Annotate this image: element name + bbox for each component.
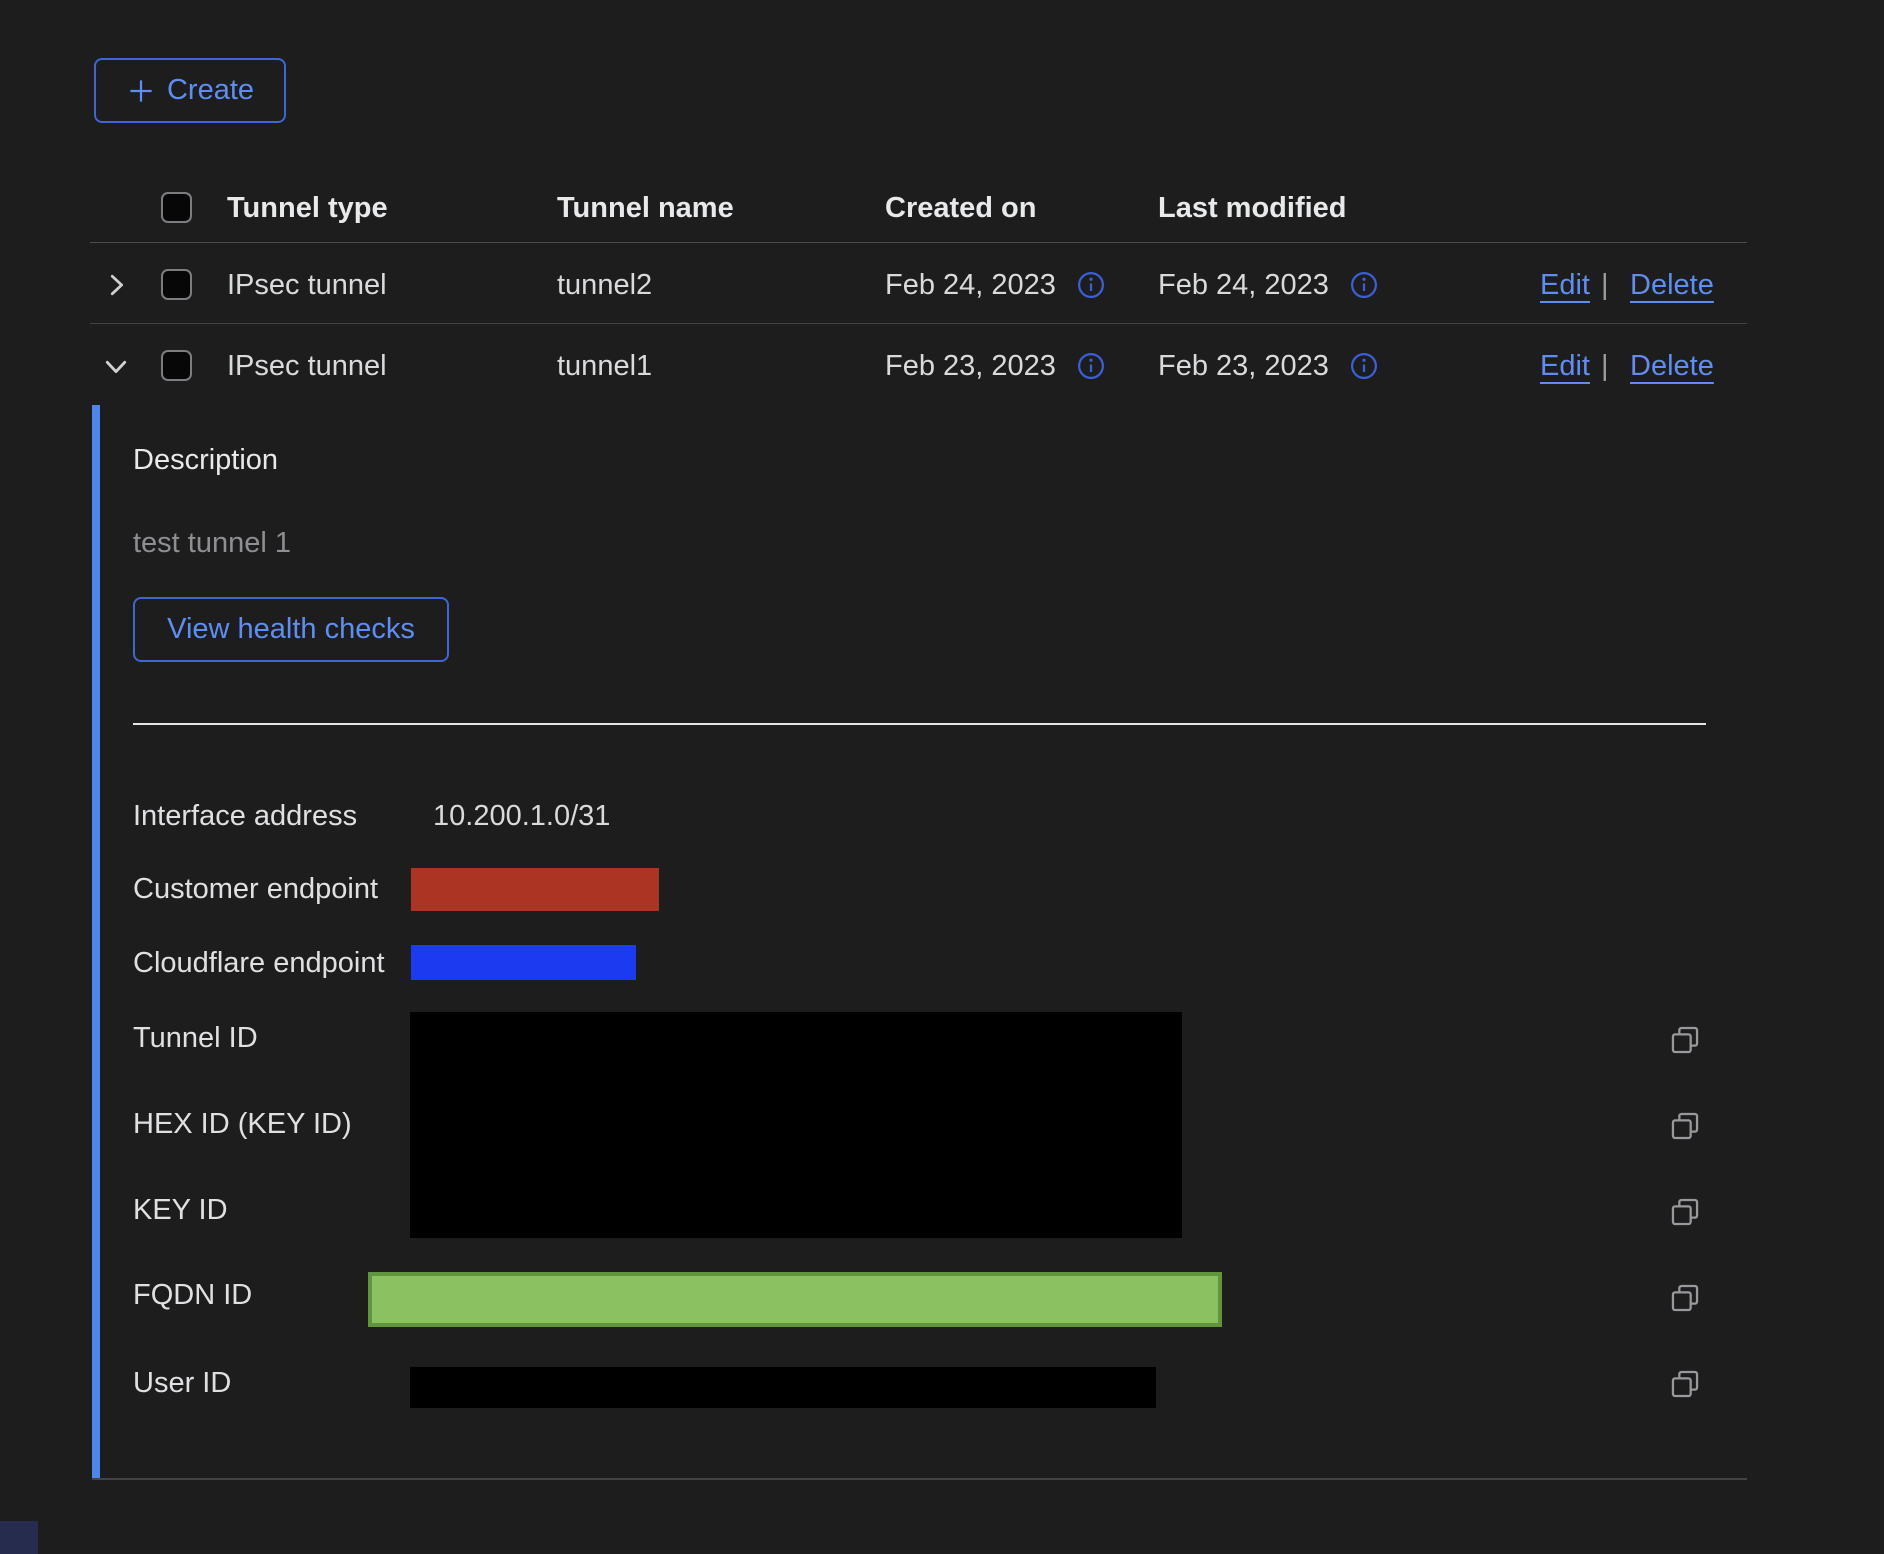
user-id-redaction [410,1367,1156,1408]
user-id-label: User ID [133,1366,231,1400]
table-bottom-divider [92,1478,1747,1480]
tunnel-type-cell: IPsec tunnel [227,268,387,302]
bottom-edge-fragment [0,1521,38,1554]
copy-icon [1668,1281,1702,1315]
customer-endpoint-redaction [411,868,659,911]
cloudflare-endpoint-redaction [411,945,636,980]
created-on-info-icon[interactable] [1076,270,1106,300]
copy-icon [1668,1195,1702,1229]
tunnel-name-cell: tunnel1 [557,349,652,383]
chevron-right-icon [101,270,131,300]
tunnel-name-cell: tunnel2 [557,268,652,302]
expanded-row-accent-bar [92,405,100,1478]
delete-link-tunnel1[interactable]: Delete [1630,349,1714,383]
actions-separator: | [1601,349,1609,383]
row-expand-button-tunnel2[interactable] [101,270,131,300]
column-header-tunnel-type: Tunnel type [227,191,388,225]
interface-address-value: 10.200.1.0/31 [433,799,610,833]
id-values-redaction [410,1012,1182,1238]
edit-link-tunnel1[interactable]: Edit [1540,349,1590,383]
edit-link-tunnel2[interactable]: Edit [1540,268,1590,302]
hex-id-label: HEX ID (KEY ID) [133,1107,352,1141]
create-button[interactable]: Create [94,58,286,123]
created-on-cell: Feb 24, 2023 [885,268,1056,302]
created-on-info-icon[interactable] [1076,351,1106,381]
copy-fqdn-id-button[interactable] [1668,1281,1702,1315]
row-checkbox-tunnel1[interactable] [161,350,192,381]
select-all-checkbox[interactable] [161,192,192,223]
header-divider [90,242,1747,243]
created-on-cell: Feb 23, 2023 [885,349,1056,383]
cloudflare-endpoint-label: Cloudflare endpoint [133,946,385,980]
fqdn-id-label: FQDN ID [133,1278,252,1312]
row-checkbox-tunnel2[interactable] [161,269,192,300]
last-modified-cell: Feb 23, 2023 [1158,349,1329,383]
create-button-label: Create [167,74,254,107]
chevron-down-icon [101,351,131,381]
last-modified-info-icon[interactable] [1349,351,1379,381]
copy-user-id-button[interactable] [1668,1367,1702,1401]
copy-key-id-button[interactable] [1668,1195,1702,1229]
description-value: test tunnel 1 [133,526,291,560]
plus-icon [126,76,156,106]
ipsec-tunnels-page: Create Tunnel type Tunnel name Created o… [0,0,1884,1554]
info-icon [1076,270,1106,300]
row-collapse-button-tunnel1[interactable] [101,351,131,381]
tunnel-id-label: Tunnel ID [133,1021,258,1055]
tunnel-type-cell: IPsec tunnel [227,349,387,383]
last-modified-info-icon[interactable] [1349,270,1379,300]
row-divider [90,323,1747,324]
column-header-tunnel-name: Tunnel name [557,191,734,225]
actions-separator: | [1601,268,1609,302]
key-id-label: KEY ID [133,1193,228,1227]
column-header-created-on: Created on [885,191,1036,225]
copy-icon [1668,1023,1702,1057]
description-label: Description [133,443,278,477]
customer-endpoint-label: Customer endpoint [133,872,378,906]
copy-tunnel-id-button[interactable] [1668,1023,1702,1057]
copy-hex-id-button[interactable] [1668,1109,1702,1143]
delete-link-tunnel2[interactable]: Delete [1630,268,1714,302]
fqdn-id-redaction [368,1272,1222,1327]
info-icon [1349,351,1379,381]
view-health-checks-label: View health checks [167,613,415,646]
column-header-last-modified: Last modified [1158,191,1347,225]
last-modified-cell: Feb 24, 2023 [1158,268,1329,302]
info-icon [1349,270,1379,300]
view-health-checks-button[interactable]: View health checks [133,597,449,662]
copy-icon [1668,1367,1702,1401]
info-icon [1076,351,1106,381]
detail-section-divider [133,723,1706,725]
copy-icon [1668,1109,1702,1143]
interface-address-label: Interface address [133,799,357,833]
